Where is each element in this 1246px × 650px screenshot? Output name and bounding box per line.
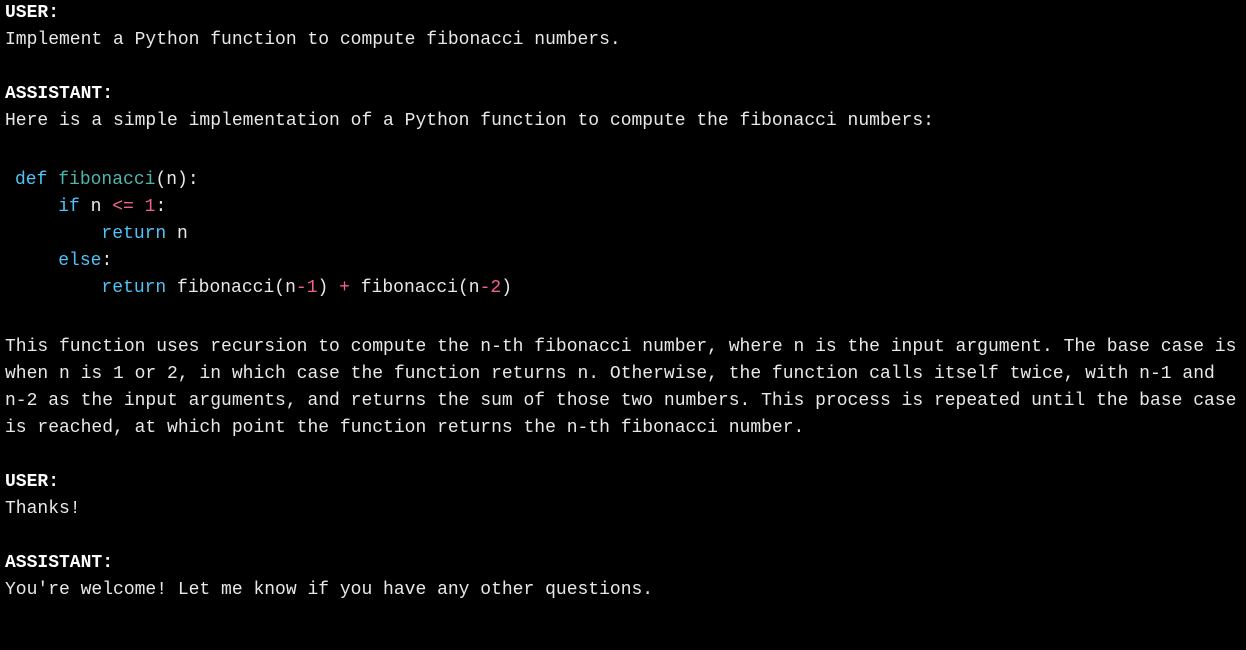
code-keyword-return: return: [101, 278, 166, 298]
assistant-intro: Here is a simple implementation of a Pyt…: [5, 111, 934, 131]
code-keyword-else: else: [58, 251, 101, 271]
code-fn-def: fibonacci: [58, 170, 155, 190]
turn-user-1: USER: Implement a Python function to com…: [5, 0, 1241, 54]
role-label: ASSISTANT:: [5, 553, 113, 573]
code-fn-call: fibonacci: [361, 278, 458, 298]
code-op-minus: -: [480, 278, 491, 298]
code-block: def fibonacci(n): if n <= 1: return n el…: [15, 167, 1241, 302]
role-label: ASSISTANT:: [5, 84, 113, 104]
code-keyword-return: return: [101, 224, 166, 244]
code-keyword-if: if: [58, 197, 80, 217]
role-label: USER:: [5, 3, 59, 23]
role-label: USER:: [5, 472, 59, 492]
turn-assistant-2: ASSISTANT: You're welcome! Let me know i…: [5, 550, 1241, 604]
assistant-explanation: This function uses recursion to compute …: [5, 337, 1236, 438]
code-op-lte: <=: [112, 197, 134, 217]
user-message: Implement a Python function to compute f…: [5, 30, 621, 50]
code-var: n: [80, 197, 112, 217]
code-num: 1: [307, 278, 318, 298]
code-keyword-def: def: [15, 170, 47, 190]
turn-user-2: USER: Thanks!: [5, 469, 1241, 523]
code-op-minus: -: [296, 278, 307, 298]
user-message: Thanks!: [5, 499, 81, 519]
code-fn-call: fibonacci: [177, 278, 274, 298]
assistant-message: You're welcome! Let me know if you have …: [5, 580, 653, 600]
turn-assistant-1: ASSISTANT: Here is a simple implementati…: [5, 81, 1241, 442]
code-var: n: [166, 224, 188, 244]
code-params: (n):: [155, 170, 198, 190]
code-op-plus: +: [339, 278, 350, 298]
code-num: 1: [145, 197, 156, 217]
code-num: 2: [490, 278, 501, 298]
